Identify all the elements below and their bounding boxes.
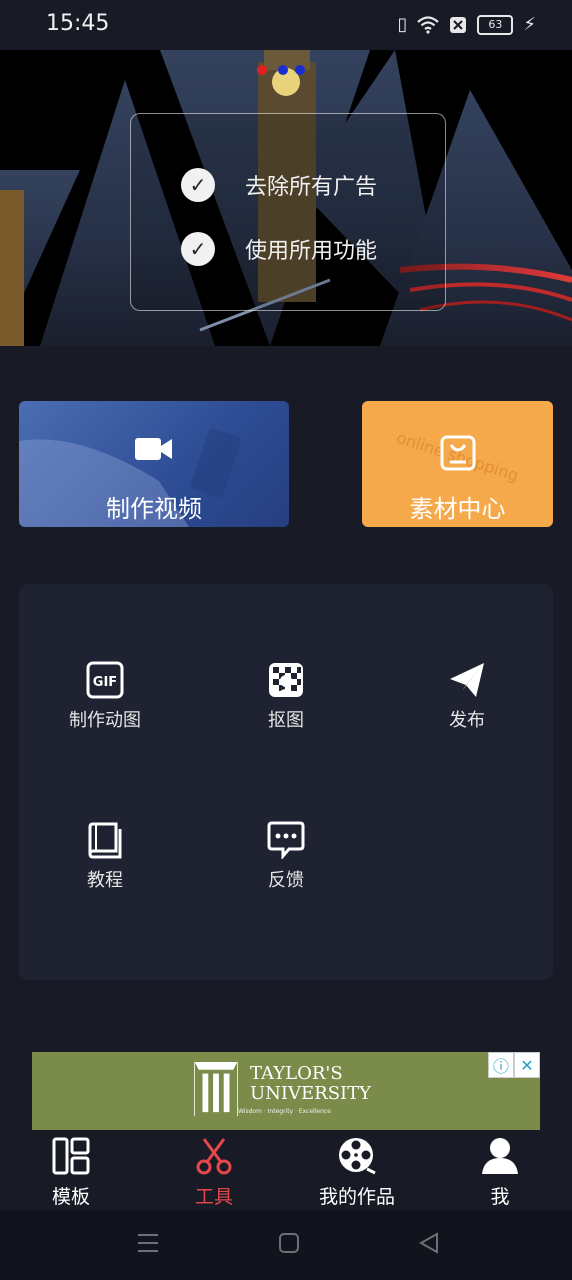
status-bar: 15:45 ▯ 63 ⚡ [0, 0, 572, 50]
make-video-card[interactable]: 制作视频 [19, 401, 289, 527]
promo-feature-text: 使用所用功能 [245, 239, 378, 264]
tool-label: 发布 [449, 710, 485, 731]
video-camera-icon [135, 438, 172, 460]
tool-publish[interactable]: 发布 [407, 660, 527, 732]
film-reel-icon [339, 1138, 376, 1175]
scissors-icon [196, 1138, 232, 1175]
material-center-label: 素材中心 [409, 495, 506, 523]
tool-make-gif[interactable]: GIF 制作动图 [45, 660, 165, 732]
status-icons: ▯ 63 ⚡ [397, 14, 536, 35]
back-icon[interactable] [419, 1232, 439, 1254]
tool-feedback[interactable]: 反馈 [226, 820, 346, 892]
status-time: 15:45 [46, 11, 110, 36]
tools-panel: GIF 制作动图 抠图 发布 教程 反馈 [19, 584, 553, 980]
make-video-label: 制作视频 [106, 495, 202, 523]
bottom-tab-bar: 模板 工具 我的作品 我 [0, 1130, 572, 1210]
promo-box: ✓ 去除所有广告 ✓ 使用所用功能 [130, 113, 446, 311]
wifi-icon [417, 15, 440, 34]
svg-text:GIF: GIF [93, 675, 117, 690]
ad-info-icon[interactable]: ⓘ [488, 1052, 514, 1078]
tool-label: 制作动图 [69, 710, 141, 731]
tab-me[interactable]: 我 [445, 1136, 555, 1209]
promo-feature-text: 去除所有广告 [245, 175, 378, 200]
tab-template[interactable]: 模板 [16, 1136, 126, 1209]
ad-tagline: Wisdom · Integrity · Excellence [238, 1107, 331, 1115]
ad-brand: TAYLOR'S [250, 1062, 343, 1084]
checkmark-icon: ✓ [181, 232, 215, 266]
person-icon [482, 1138, 518, 1174]
checkmark-icon: ✓ [181, 168, 215, 202]
home-icon[interactable] [279, 1232, 299, 1254]
vibrate-icon: ▯ [397, 14, 408, 35]
book-icon [85, 820, 125, 860]
tool-tutorial[interactable]: 教程 [45, 820, 165, 892]
university-logo-icon [194, 1062, 238, 1116]
promo-feature-2: ✓ 使用所用功能 [181, 232, 377, 266]
charging-icon: ⚡ [523, 14, 536, 35]
tab-label: 我的作品 [318, 1186, 395, 1208]
promo-feature-1: ✓ 去除所有广告 [181, 168, 377, 202]
tab-label: 工具 [194, 1186, 233, 1208]
battery-indicator: 63 [477, 14, 514, 35]
gif-icon: GIF [85, 660, 125, 700]
tab-label: 我 [490, 1186, 510, 1208]
ad-logo: TAYLOR'S UNIVERSITY Wisdom · Integrity ·… [194, 1062, 371, 1116]
paper-plane-icon [447, 660, 487, 700]
template-grid-icon [52, 1137, 90, 1175]
menu-icon[interactable] [137, 1232, 159, 1254]
ad-close-icon[interactable]: ✕ [514, 1052, 540, 1078]
tab-tools[interactable]: 工具 [159, 1136, 269, 1209]
no-sim-icon [450, 16, 467, 33]
tool-label: 教程 [87, 870, 123, 891]
cutout-icon [266, 660, 306, 700]
ad-brand-line2: UNIVERSITY [250, 1082, 372, 1104]
shopping-bag-icon [440, 435, 475, 471]
tool-label: 反馈 [268, 870, 304, 891]
ad-badges: ⓘ ✕ [488, 1052, 540, 1078]
tab-label: 模板 [51, 1186, 90, 1208]
tool-cutout[interactable]: 抠图 [226, 660, 346, 732]
chat-bubble-icon [266, 820, 306, 860]
tool-label: 抠图 [268, 710, 304, 731]
material-center-card[interactable]: online shopping 素材中心 [362, 401, 553, 527]
ad-banner[interactable]: TAYLOR'S UNIVERSITY Wisdom · Integrity ·… [32, 1052, 540, 1130]
promo-banner[interactable]: ✓ 去除所有广告 ✓ 使用所用功能 [0, 50, 572, 346]
system-navigation-bar [0, 1210, 572, 1280]
tab-my-works[interactable]: 我的作品 [302, 1136, 412, 1209]
